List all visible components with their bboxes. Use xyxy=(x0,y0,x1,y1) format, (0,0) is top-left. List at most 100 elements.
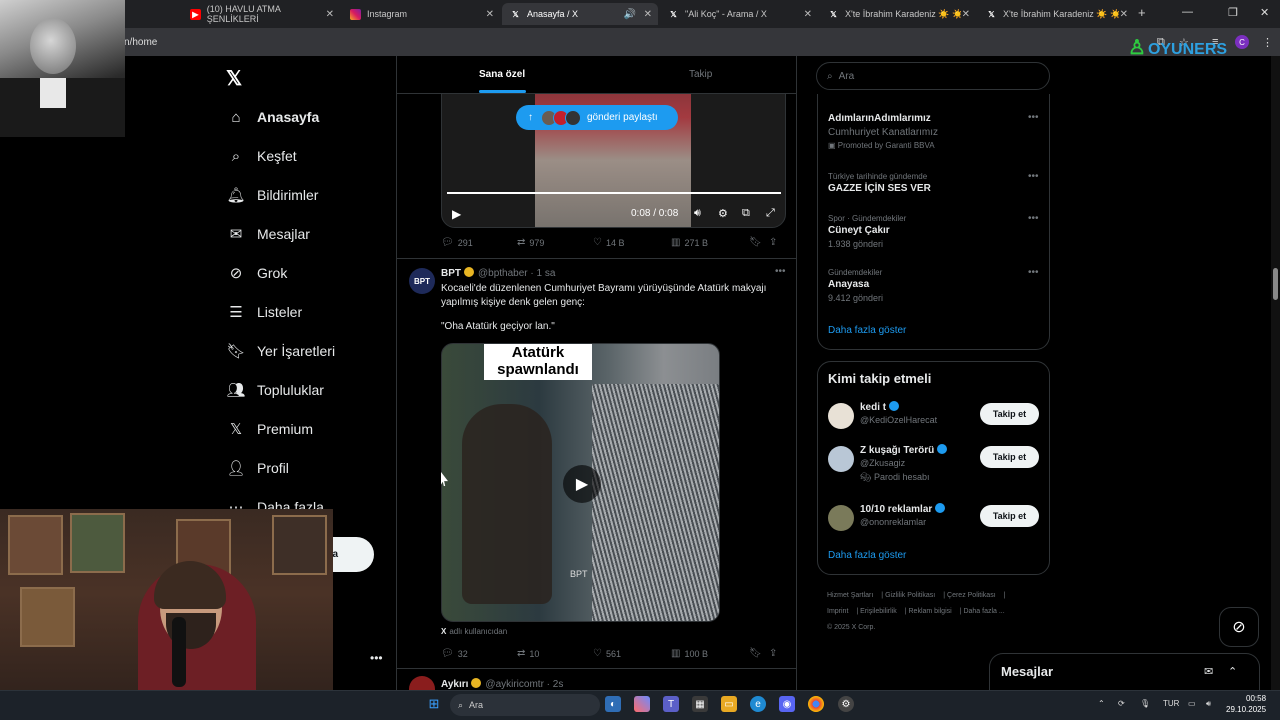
tab-ibrahim-2[interactable]: 𝕏 X'te İbrahim Karadeniz ☀️ ☀️ ☀️ ... ✕ xyxy=(978,3,1134,25)
like-button[interactable]: ♡ 14 B xyxy=(593,237,624,248)
close-window-icon[interactable]: ✕ xyxy=(1260,6,1269,19)
reply-button[interactable]: 💬︎ 32 xyxy=(441,648,468,659)
teams-icon[interactable]: T xyxy=(663,696,679,712)
copilot-icon[interactable] xyxy=(634,696,650,712)
repost-button[interactable]: ⇄ 10 xyxy=(517,648,539,659)
account-more-icon[interactable]: ••• xyxy=(370,651,383,665)
grok-button[interactable]: ⊘ xyxy=(1219,607,1259,647)
sidebar-item-premium[interactable]: 𝕏 Premium xyxy=(226,414,313,444)
follow-button[interactable]: Takip et xyxy=(980,446,1039,468)
sidebar-item-grok[interactable]: ⊘ Grok xyxy=(226,258,288,288)
sidebar-item-profile[interactable]: 👤︎ Profil xyxy=(226,453,288,483)
x-logo-icon[interactable]: 𝕏 xyxy=(226,66,242,91)
tab-youtube[interactable]: ▶ (10) HAVLU ATMA ŞENLİKLERİ ✕ xyxy=(182,3,340,25)
windows-start-icon[interactable]: ⊞ xyxy=(426,696,442,712)
url-field[interactable]: n/home xyxy=(124,37,157,48)
tab-home-x[interactable]: 𝕏 Anasayfa / X 🔊 ✕ xyxy=(502,3,658,25)
bookmark-button[interactable]: 🔖︎ xyxy=(749,648,766,659)
close-icon[interactable]: ✕ xyxy=(326,9,334,20)
profile-avatar[interactable]: C xyxy=(1235,35,1249,49)
show-more-trends-link[interactable]: Daha fazla göster xyxy=(828,325,906,336)
play-button[interactable]: ▶ xyxy=(563,465,601,503)
trend-more-icon[interactable]: ••• xyxy=(1028,213,1039,224)
sidebar-item-lists[interactable]: ☰ Listeler xyxy=(226,297,302,327)
follow-button[interactable]: Takip et xyxy=(980,403,1039,425)
edge-icon[interactable]: e xyxy=(750,696,766,712)
sidebar-item-communities[interactable]: 👥︎ Topluluklar xyxy=(226,375,323,405)
trend-item[interactable]: Türkiye tarihinde gündemde GAZZE İÇİN SE… xyxy=(828,171,1043,196)
share-button[interactable]: ⇪ xyxy=(769,648,781,659)
sidebar-item-bookmarks[interactable]: 🔖︎ Yer İşaretleri xyxy=(226,336,335,366)
follow-suggestion[interactable]: Z kuşağı Terörü @Zkusagiz 🎭︎ Parodi hesa… xyxy=(828,444,1043,492)
footer-link[interactable]: Reklam bilgisi xyxy=(909,608,952,615)
language-indicator[interactable]: TUR xyxy=(1163,699,1179,708)
fullscreen-icon[interactable]: ⤢ xyxy=(766,207,775,220)
footer-link[interactable]: Erişilebilirlik xyxy=(860,608,897,615)
tab-instagram[interactable]: Instagram ✕ xyxy=(342,3,500,25)
sidebar-item-notifications[interactable]: 🔔︎ Bildirimler xyxy=(226,180,318,210)
app-icon[interactable]: ◐ xyxy=(605,696,621,712)
tweet-author[interactable]: Aykırı @aykiricomtr · 2s xyxy=(441,678,563,690)
tab-ibrahim-1[interactable]: 𝕏 X'te İbrahim Karadeniz ☀️ ☀️ ☀️ ... ✕ xyxy=(820,3,976,25)
app-icon[interactable]: ⚙ xyxy=(838,696,854,712)
restore-icon[interactable]: ❐ xyxy=(1228,6,1238,19)
volume-icon[interactable]: 🔊︎ xyxy=(1206,699,1211,709)
discord-icon[interactable]: ◉ xyxy=(779,696,795,712)
trend-item[interactable]: Gündemdekiler Anayasa 9.412 gönderi ••• xyxy=(828,267,1043,305)
settings-icon[interactable]: ⚙ xyxy=(718,207,728,220)
messages-dock[interactable]: Mesajlar ✉ ⌃ xyxy=(989,653,1260,690)
tab-for-you[interactable]: Sana özel xyxy=(479,69,525,80)
video-player-2[interactable]: Atatürk spawnlandı ▶ BPT xyxy=(441,343,720,622)
shared-posts-pill[interactable]: ↑ gönderi paylaştı xyxy=(516,105,678,130)
close-icon[interactable]: ✕ xyxy=(962,9,970,20)
bookmark-button[interactable]: 🔖︎ xyxy=(749,237,766,248)
footer-link[interactable]: Çerez Politikası xyxy=(947,592,996,599)
search-input[interactable]: ⌕ Ara xyxy=(816,62,1050,90)
tweet-author[interactable]: BPT @bpthaber · 1 sa xyxy=(441,267,555,279)
follow-suggestion[interactable]: 10/10 reklamlar @ononreklamlar Takip et xyxy=(828,503,1043,539)
like-button[interactable]: ♡ 561 xyxy=(593,648,621,659)
tab-following[interactable]: Takip xyxy=(689,69,712,80)
follow-suggestion[interactable]: kedi t @KediOzelHarecat Takip et xyxy=(828,401,1043,437)
close-icon[interactable]: ✕ xyxy=(1120,9,1128,20)
trend-item[interactable]: AdımlarınAdımlarımız Cumhuriyet Kanatlar… xyxy=(828,112,1043,152)
sidebar-item-home[interactable]: ⌂ Anasayfa xyxy=(226,102,319,132)
views-button[interactable]: ▥ 271 B xyxy=(671,237,708,248)
minimize-icon[interactable]: — xyxy=(1182,6,1193,18)
footer-link[interactable]: Daha fazla ... xyxy=(963,608,1004,615)
scrollbar[interactable] xyxy=(1271,56,1280,690)
video-progress-bar[interactable] xyxy=(447,192,781,194)
trend-item[interactable]: Spor · Gündemdekiler Cüneyt Çakır 1.938 … xyxy=(828,213,1043,251)
play-icon[interactable]: ▶ xyxy=(452,207,461,221)
close-icon[interactable]: ✕ xyxy=(644,9,652,20)
close-icon[interactable]: ✕ xyxy=(804,9,812,20)
trend-more-icon[interactable]: ••• xyxy=(1028,171,1039,182)
trend-more-icon[interactable]: ••• xyxy=(1028,112,1039,123)
avatar[interactable]: BPT xyxy=(409,268,435,294)
expand-icon[interactable]: ⌃ xyxy=(1228,665,1237,678)
network-icon[interactable]: ▭ xyxy=(1188,699,1196,708)
store-icon[interactable]: ▦ xyxy=(692,696,708,712)
new-tab-button[interactable]: + xyxy=(1138,5,1146,20)
footer-link[interactable]: Hizmet Şartları xyxy=(827,592,873,599)
footer-link[interactable]: Gizlilik Politikası xyxy=(885,592,935,599)
sidebar-item-messages[interactable]: ✉ Mesajlar xyxy=(226,219,310,249)
repost-button[interactable]: ⇄ 979 xyxy=(517,237,544,248)
share-button[interactable]: ⇪ xyxy=(769,237,781,248)
folder-icon[interactable]: ▭ xyxy=(721,696,737,712)
pip-icon[interactable]: ⧉ xyxy=(742,207,750,220)
close-icon[interactable]: ✕ xyxy=(486,9,494,20)
tweet-more-icon[interactable]: ••• xyxy=(775,266,786,277)
chevron-up-icon[interactable]: ⌃ xyxy=(1098,699,1105,708)
follow-button[interactable]: Takip et xyxy=(980,505,1039,527)
tab-search-alikoc[interactable]: 𝕏 "Ali Koç" - Arama / X ✕ xyxy=(660,3,818,25)
clock[interactable]: 00:58 29.10.2025 xyxy=(1226,693,1266,715)
mic-icon[interactable]: 🎙︎ xyxy=(1140,699,1150,708)
taskbar-search[interactable]: ⌕ Ara xyxy=(450,694,600,716)
views-button[interactable]: ▥ 100 B xyxy=(671,648,708,659)
speaker-icon[interactable]: 🔊 xyxy=(624,9,636,20)
volume-icon[interactable]: 🔊︎ xyxy=(694,207,701,220)
new-message-icon[interactable]: ✉ xyxy=(1204,665,1213,678)
video-source[interactable]: Xadlı kullanıcıdan xyxy=(441,627,507,636)
scrollbar-thumb[interactable] xyxy=(1273,268,1278,300)
